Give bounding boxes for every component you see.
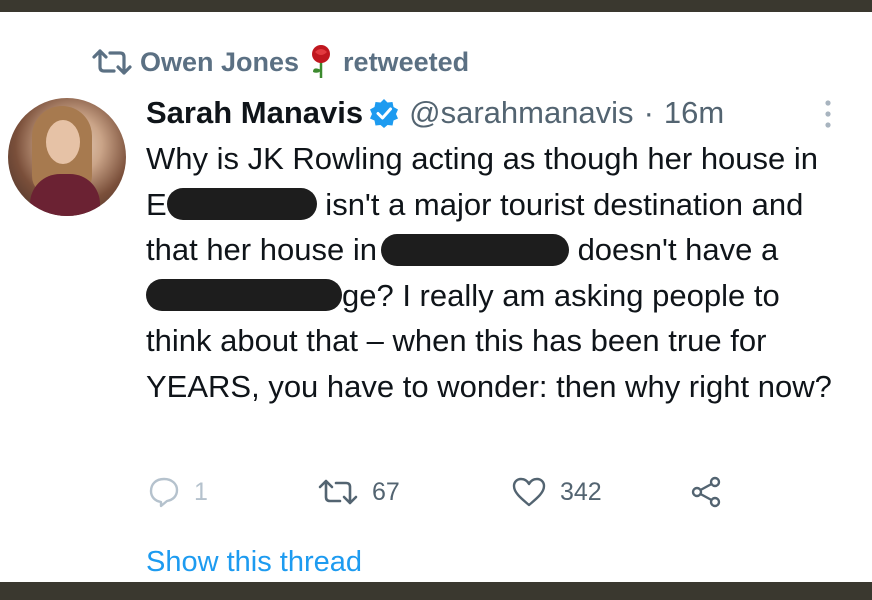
retweet-context: Owen Jones retweeted xyxy=(92,42,469,82)
author-handle[interactable]: @sarahmanavis xyxy=(409,95,633,131)
avatar[interactable] xyxy=(8,98,126,216)
retweet-icon xyxy=(318,479,358,505)
verified-badge-icon xyxy=(370,99,399,128)
retweet-count: 67 xyxy=(372,477,400,506)
redaction-block xyxy=(146,279,342,312)
tweet-header: Sarah Manavis @sarahmanavis · 16m xyxy=(146,90,724,136)
like-count: 342 xyxy=(560,477,602,506)
reply-button[interactable]: 1 xyxy=(148,474,208,510)
share-icon xyxy=(691,476,721,508)
tweet-card[interactable]: Owen Jones retweeted Sarah Manavis @sara… xyxy=(0,12,872,582)
redaction-block xyxy=(166,188,317,221)
text-segment-1: Why is JK Rowling acting as though her h… xyxy=(146,141,819,176)
redacted-location-prefix: E xyxy=(146,186,167,222)
retweet-button[interactable]: 67 xyxy=(318,474,400,510)
author-name[interactable]: Sarah Manavis xyxy=(146,95,363,131)
retweet-action-label: retweeted xyxy=(343,46,470,77)
tweet-actions: 1 67 342 xyxy=(146,474,766,510)
share-button[interactable] xyxy=(690,474,722,510)
redaction-block xyxy=(380,233,569,266)
tweet-timestamp[interactable]: 16m xyxy=(664,95,724,131)
heart-icon xyxy=(512,477,546,507)
like-button[interactable]: 342 xyxy=(512,474,602,510)
rose-emoji xyxy=(312,45,331,78)
show-thread-link[interactable]: Show this thread xyxy=(146,546,362,579)
reply-icon xyxy=(149,477,179,508)
reply-count: 1 xyxy=(194,477,208,506)
retweeter-name[interactable]: Owen Jones xyxy=(140,47,299,78)
more-options-icon[interactable] xyxy=(820,98,836,130)
separator-dot: · xyxy=(643,95,654,130)
tweet-text: Why is JK Rowling acting as though her h… xyxy=(146,136,846,409)
retweet-icon xyxy=(92,49,132,75)
text-segment-3: doesn't have a xyxy=(568,232,779,267)
